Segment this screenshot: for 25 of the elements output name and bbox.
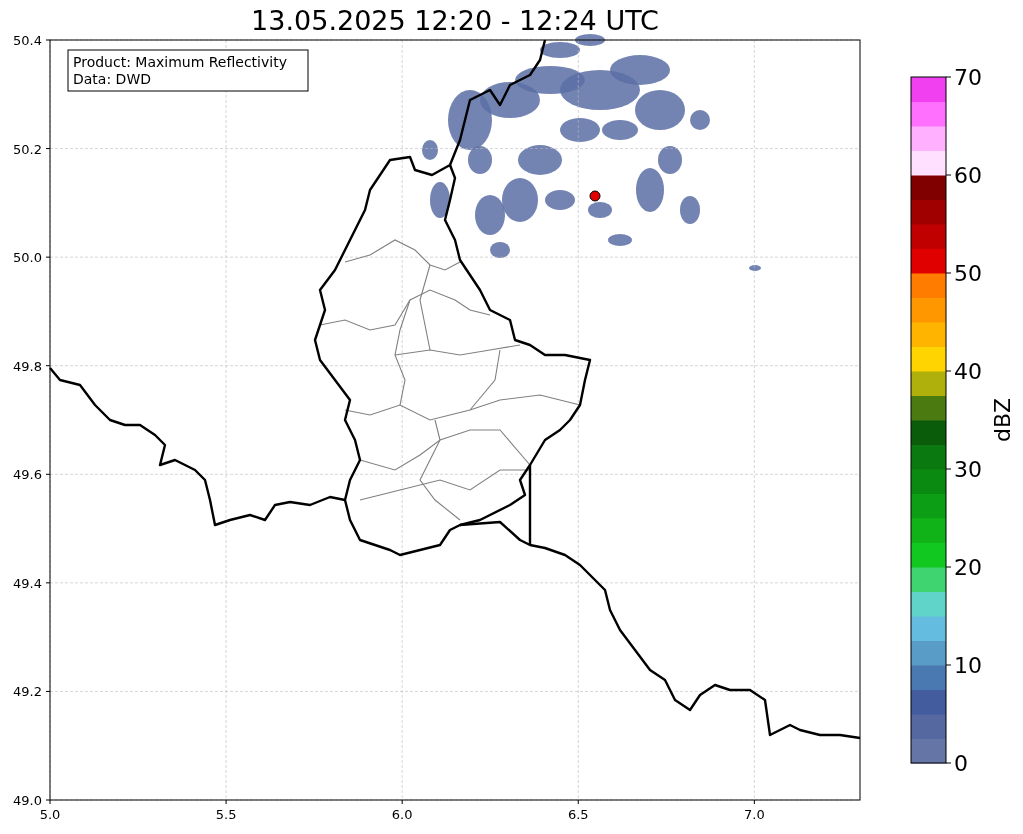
colorbar-tick-label: 20: [954, 555, 982, 580]
legend-text: Data: DWD: [73, 71, 151, 87]
colorbar-tick-label: 60: [954, 163, 982, 188]
colorbar-tick-label: 10: [954, 653, 982, 678]
y-tick-label: 49.0: [13, 793, 42, 808]
x-tick-label: 5.0: [39, 807, 61, 822]
y-tick-label: 49.8: [13, 358, 42, 374]
colorbar-tick-label: 50: [954, 261, 982, 286]
y-tick-label: 50.4: [13, 33, 42, 48]
y-tick-label: 49.6: [13, 467, 42, 483]
chart-title: 13.05.2025 12:20 - 12:24 UTC: [251, 5, 659, 36]
x-tick-label: 5.5: [215, 807, 237, 822]
colorbar-label: dBZ: [990, 397, 1015, 443]
colorbar-tick-label: 0: [954, 751, 968, 776]
colorbar-tick-label: 40: [954, 359, 982, 384]
y-tick-label: 49.2: [13, 684, 42, 700]
x-tick-label: 7.0: [744, 807, 765, 822]
y-tick-label: 50.2: [13, 141, 42, 157]
legend-text: Product: Maximum Reflectivity: [73, 54, 287, 70]
colorbar-tick-label: 70: [954, 65, 982, 90]
x-tick-label: 6.0: [391, 807, 413, 822]
y-tick-label: 49.4: [13, 575, 42, 591]
colorbar-tick-label: 30: [954, 457, 982, 482]
y-tick-label: 50.0: [13, 250, 42, 266]
x-tick-label: 6.5: [567, 807, 589, 822]
